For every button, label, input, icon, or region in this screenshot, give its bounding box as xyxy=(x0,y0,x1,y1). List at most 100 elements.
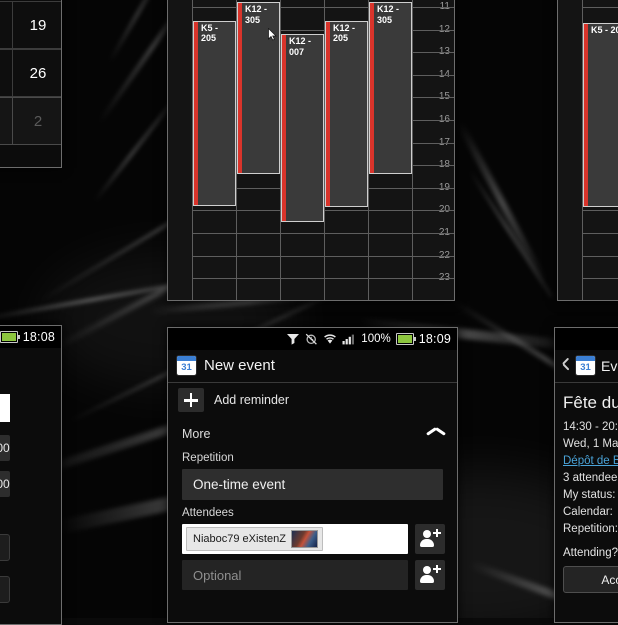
event-accent-bar xyxy=(326,21,330,206)
event-label: K5 - 205 xyxy=(201,22,219,44)
sync-icon xyxy=(287,334,300,345)
month-cell[interactable]: 2 xyxy=(12,97,61,145)
month-cell[interactable]: 26 xyxy=(12,49,61,97)
optional-attendee-input[interactable]: Optional xyxy=(182,560,408,590)
back-icon[interactable] xyxy=(561,359,570,373)
repetition-label: Repetition xyxy=(182,452,234,464)
month-cell-label: 19 xyxy=(29,16,47,34)
new-event-header: 31 New event xyxy=(168,350,457,382)
calendar-icon: 31 xyxy=(576,356,595,375)
window-new-event-left[interactable]: 18:08 :00 :00 xyxy=(0,325,62,625)
more-section-toggle[interactable]: More xyxy=(168,417,457,445)
calendar-event[interactable]: K12 - 205 xyxy=(325,20,368,207)
event-accent-bar xyxy=(370,3,374,174)
week-grid-right[interactable]: 11121314151617181920212223K5 - 205 xyxy=(558,0,618,300)
battery-icon xyxy=(0,331,20,343)
event-location-link[interactable]: Dépôt de B xyxy=(555,452,618,469)
hour-gridline xyxy=(582,255,618,257)
page-title: Eve xyxy=(601,357,618,374)
month-cell-label: 2 xyxy=(33,112,43,130)
week-grid[interactable]: 11121314151617181920212223K5 - 205K12 - … xyxy=(168,0,454,300)
hour-gridline xyxy=(582,210,618,212)
hour-gridline xyxy=(192,255,454,257)
wallpaper-streak xyxy=(469,170,553,298)
left-field-blank[interactable] xyxy=(0,576,10,603)
calendar-icon-day: 31 xyxy=(181,362,192,373)
event-accent-bar xyxy=(282,35,286,221)
event-accent-bar xyxy=(238,3,242,174)
clock-label: 18:09 xyxy=(418,332,451,346)
statusbar: 100% 18:09 xyxy=(168,328,457,350)
chevron-up-icon[interactable] xyxy=(427,429,445,440)
optional-placeholder: Optional xyxy=(193,567,242,583)
attendees-label: Attendees xyxy=(182,507,234,519)
calendar-icon-day: 31 xyxy=(580,362,591,373)
window-event-details[interactable]: 31 Eve Fête du 14:30 - 20: Wed, 1 May Dé… xyxy=(554,327,618,623)
calendar-event[interactable]: K12 - 007 xyxy=(281,34,324,222)
optional-attendee-row[interactable]: Optional xyxy=(182,560,445,590)
event-accent-bar xyxy=(584,23,588,206)
add-person-icon[interactable] xyxy=(415,560,445,590)
page-title: New event xyxy=(204,357,275,374)
calendar-event[interactable]: K5 - 205 xyxy=(583,22,618,207)
event-title: Fête du xyxy=(563,393,618,412)
window-week-view[interactable]: 11121314151617181920212223K5 - 205K12 - … xyxy=(167,0,455,301)
event-label: K12 - 305 xyxy=(245,4,268,25)
left-start-time-field[interactable]: :00 xyxy=(0,435,10,461)
attendee-input[interactable]: Niaboc79 eXistenZ xyxy=(182,524,408,554)
alarm-off-icon xyxy=(306,333,318,345)
add-reminder-label: Add reminder xyxy=(214,393,290,407)
accept-button[interactable]: Accep xyxy=(563,566,618,593)
calendar-label: Calendar: xyxy=(563,505,613,518)
left-end-time-field[interactable]: :00 xyxy=(0,471,10,497)
left-text-field[interactable] xyxy=(0,394,10,422)
contact-photo xyxy=(290,530,318,548)
event-accent-bar xyxy=(194,21,198,205)
event-label: K12 - 007 xyxy=(289,36,312,57)
event-label: K12 - 205 xyxy=(333,22,356,44)
clock-label: 18:08 xyxy=(22,330,55,344)
calendar-event[interactable]: K5 - 205 xyxy=(193,20,236,206)
event-time: 14:30 - 20: xyxy=(563,420,618,433)
window-new-event[interactable]: 100% 18:09 31 New event Add reminder Mor… xyxy=(167,327,458,623)
hour-gridline xyxy=(582,233,618,234)
month-grid: 8 19 5 26 2 xyxy=(0,0,61,167)
more-label: More xyxy=(182,427,211,441)
event-label: K12 - 305 xyxy=(377,4,400,25)
add-reminder-row[interactable]: Add reminder xyxy=(168,383,457,417)
repetition-spinner[interactable]: One-time event xyxy=(182,469,443,500)
statusbar-right xyxy=(555,328,618,350)
hour-gutter xyxy=(558,0,583,300)
battery-icon xyxy=(395,333,416,345)
hour-gridline xyxy=(582,278,618,280)
window-week-view-right[interactable]: 11121314151617181920212223K5 - 205 xyxy=(557,0,618,301)
hour-gridline xyxy=(192,233,454,234)
wifi-icon xyxy=(324,334,337,344)
accept-button-label: Accep xyxy=(601,572,618,587)
event-details-header: 31 Eve xyxy=(555,350,618,382)
hour-gridline xyxy=(582,7,618,8)
attending-label: Attending? xyxy=(563,547,618,559)
signal-icon xyxy=(342,334,355,345)
event-date: Wed, 1 May xyxy=(563,437,618,450)
hour-gridline xyxy=(192,7,454,8)
event-label: K5 - 205 xyxy=(591,24,618,35)
month-cell-label: 26 xyxy=(29,64,47,82)
add-person-icon[interactable] xyxy=(415,524,445,554)
battery-percent-label: 100% xyxy=(361,333,391,345)
plus-icon[interactable] xyxy=(178,388,204,412)
my-status-label: My status: xyxy=(563,488,616,501)
wallpaper-streak xyxy=(108,0,167,63)
calendar-event[interactable]: K12 - 305 xyxy=(369,2,412,175)
hour-gutter xyxy=(168,0,193,300)
left-field-blank[interactable] xyxy=(0,534,10,561)
attendee-row[interactable]: Niaboc79 eXistenZ xyxy=(182,524,445,554)
hour-gridline xyxy=(192,278,454,280)
month-cell[interactable]: 19 xyxy=(12,1,61,49)
attendee-chip[interactable]: Niaboc79 eXistenZ xyxy=(186,527,323,551)
event-attendees[interactable]: 3 attendee xyxy=(555,469,618,486)
window-month-view[interactable]: 8 19 5 26 2 xyxy=(0,0,62,168)
repetition-value: One-time event xyxy=(193,477,286,492)
calendar-icon: 31 xyxy=(177,356,196,375)
left-time-value: :00 xyxy=(0,441,10,455)
